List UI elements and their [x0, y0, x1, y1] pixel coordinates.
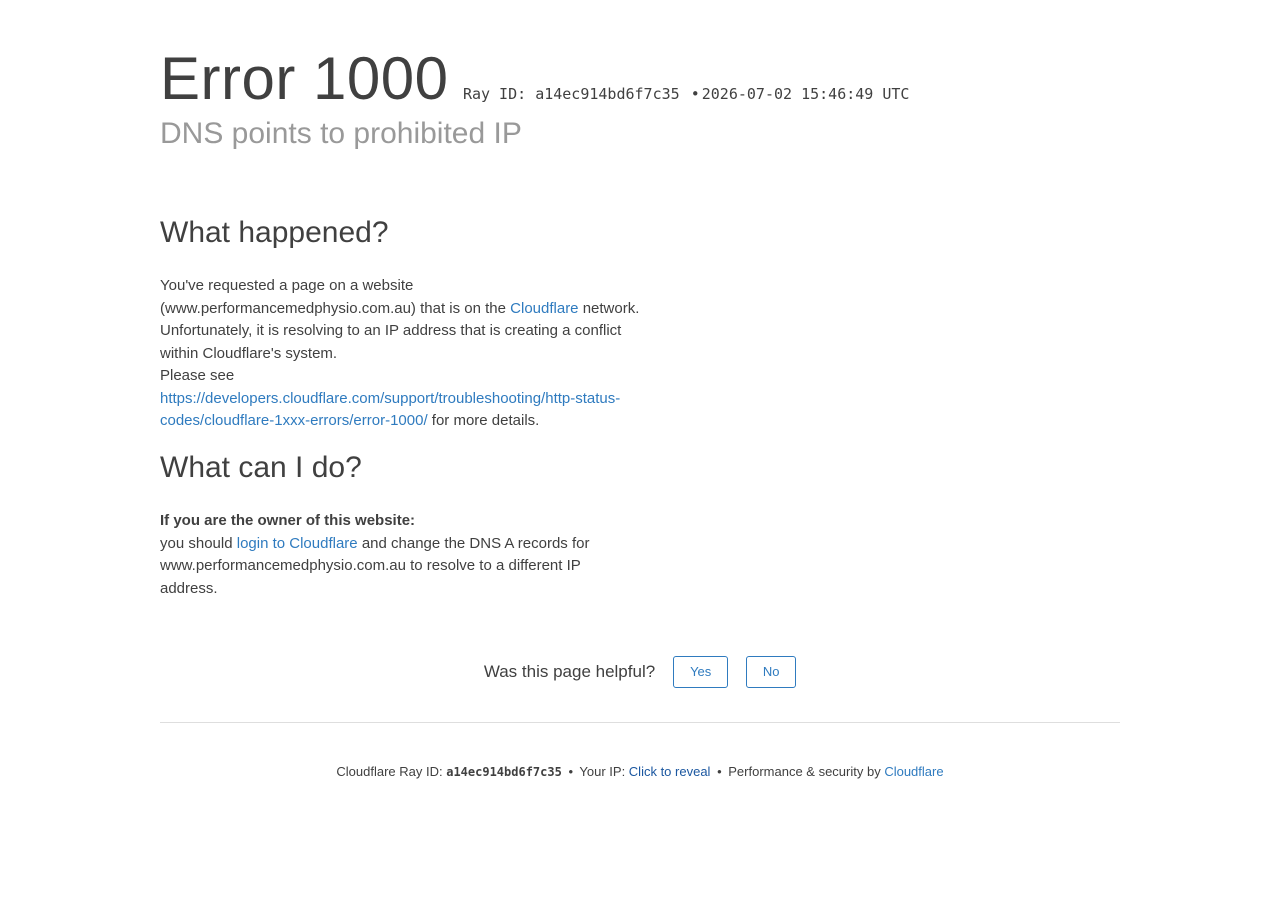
- feedback-yes-button[interactable]: Yes: [673, 656, 729, 688]
- what-can-i-do-section: What can I do? If you are the owner of t…: [160, 448, 640, 600]
- footer-ray-id: a14ec914bd6f7c35: [446, 765, 562, 779]
- error-subtitle: DNS points to prohibited IP: [160, 117, 522, 150]
- error-title: Error 1000: [160, 45, 449, 112]
- footer-cloudflare-link[interactable]: Cloudflare: [884, 764, 943, 779]
- footer-perf-label: Performance & security by: [728, 764, 885, 779]
- see-more-text: Please see https://developers.cloudflare.…: [160, 365, 640, 433]
- feedback-question: Was this page helpful?: [483, 662, 656, 681]
- owner-text-1: you should: [160, 534, 237, 552]
- error-header: Error 1000 Ray ID: a14ec914bd6f7c35 • 202…: [160, 44, 909, 114]
- owner-text: If you are the owner of this website: you…: [160, 510, 640, 600]
- footer: Cloudflare Ray ID: a14ec914bd6f7c35 • Yo…: [160, 764, 1120, 779]
- feedback-bar: Was this page helpful? Yes No: [160, 656, 1120, 688]
- owner-label: If you are the owner of this website:: [160, 512, 416, 529]
- what-happened-text-1: You've requested a page on a website (ww…: [160, 277, 511, 317]
- footer-bullet: •: [568, 764, 574, 779]
- feedback-no-button[interactable]: No: [746, 656, 797, 688]
- footer-bullet: •: [717, 764, 722, 779]
- ray-prefix: Ray ID:: [462, 85, 536, 103]
- ray-id: a14ec914bd6f7c35: [535, 85, 680, 103]
- error-timestamp: 2026-07-02 15:46:49 UTC: [701, 85, 910, 103]
- what-happened-heading: What happened?: [160, 216, 389, 249]
- more-details-text: for more details.: [427, 412, 540, 429]
- please-see-label: Please see: [160, 367, 235, 384]
- what-happened-text: You've requested a page on a website (ww…: [160, 275, 640, 365]
- ray-separator: •: [690, 85, 700, 103]
- footer-ip-label: Your IP:: [579, 764, 629, 779]
- what-happened-section: What happened? You've requested a page o…: [160, 213, 640, 433]
- ray-meta: Ray ID: a14ec914bd6f7c35 • 2026-07-02 15:…: [463, 85, 910, 103]
- reveal-ip-button[interactable]: Click to reveal: [629, 764, 711, 779]
- login-cloudflare-link[interactable]: login to Cloudflare: [237, 535, 358, 552]
- footer-divider: [160, 722, 1120, 723]
- error-docs-link[interactable]: https://developers.cloudflare.com/suppor…: [160, 390, 620, 430]
- footer-ray-label: Cloudflare Ray ID:: [336, 764, 447, 779]
- cloudflare-link[interactable]: Cloudflare: [510, 300, 578, 317]
- what-can-i-do-heading: What can I do?: [160, 451, 362, 484]
